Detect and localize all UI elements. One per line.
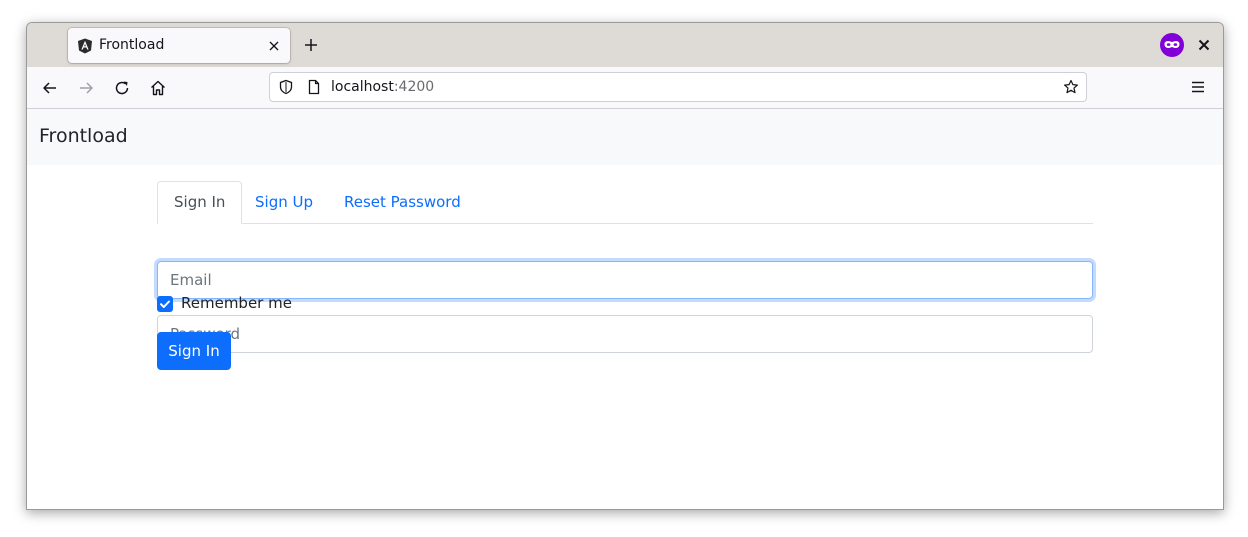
hamburger-icon[interactable]	[1190, 79, 1206, 95]
close-icon[interactable]	[266, 38, 282, 54]
arrow-right-icon[interactable]	[77, 79, 95, 97]
tab-sign-up[interactable]: Sign Up	[239, 181, 329, 222]
url-text: localhost:4200	[331, 79, 434, 95]
browser-window: Frontload localhost:4200 Frontload Sign …	[26, 22, 1224, 510]
remember-me-label[interactable]: Remember me	[181, 294, 292, 312]
brand-link[interactable]: Frontload	[39, 125, 128, 147]
arrow-left-icon[interactable]	[41, 79, 59, 97]
password-input[interactable]	[157, 315, 1093, 353]
star-icon[interactable]	[1063, 79, 1079, 95]
sign-in-button[interactable]: Sign In	[157, 332, 231, 370]
url-host: localhost	[331, 79, 394, 95]
url-port: :4200	[393, 79, 435, 95]
remember-me-checkbox[interactable]	[157, 296, 173, 312]
close-icon[interactable]	[1197, 38, 1211, 52]
private-browsing-icon	[1160, 33, 1184, 57]
auth-tabs: Sign In Sign Up Reset Password	[157, 181, 1093, 224]
app-navbar: Frontload	[27, 109, 1223, 165]
reload-icon[interactable]	[113, 79, 131, 97]
plus-icon[interactable]	[302, 36, 320, 54]
home-icon[interactable]	[149, 79, 167, 97]
tab-reset-password[interactable]: Reset Password	[328, 181, 477, 222]
url-bar[interactable]: localhost:4200	[269, 72, 1087, 102]
shield-icon[interactable]	[278, 79, 294, 95]
nav-toolbar: localhost:4200	[27, 67, 1223, 109]
tab-sign-in[interactable]: Sign In	[157, 181, 243, 224]
page-icon[interactable]	[306, 79, 322, 95]
angular-icon	[78, 38, 92, 54]
tab-title: Frontload	[99, 37, 165, 53]
page-content: Frontload Sign In Sign Up Reset Password…	[27, 109, 1223, 509]
email-input[interactable]	[157, 261, 1093, 299]
checkmark-icon	[160, 300, 170, 308]
browser-tab[interactable]: Frontload	[68, 28, 290, 63]
tab-strip: Frontload	[27, 23, 1223, 67]
